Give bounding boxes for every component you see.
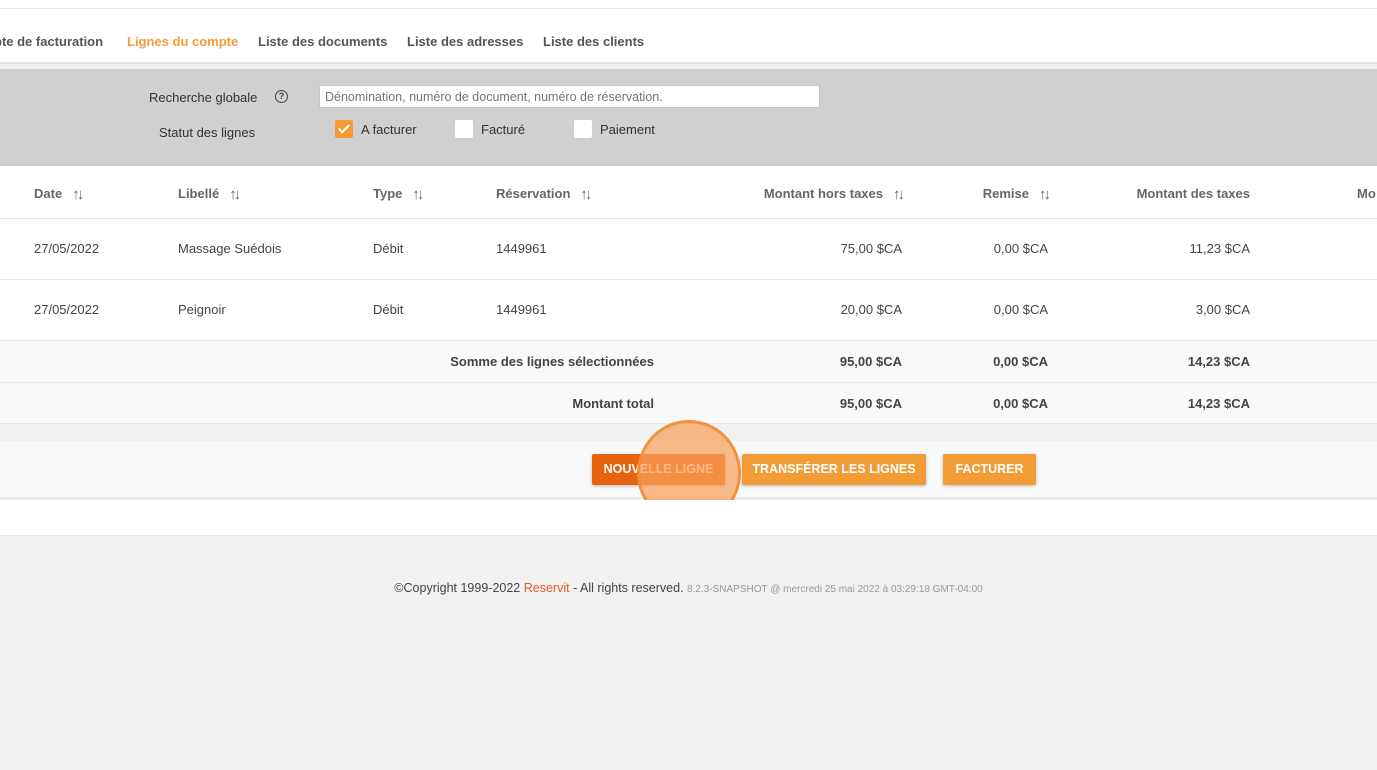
cell-libelle: Massage Suédois [178,241,282,256]
status-a-facturer-label: A facturer [361,122,417,137]
table-row[interactable]: 27/05/2022 Massage Suédois Débit 1449961… [0,219,1377,280]
sort-icon[interactable]: ↑↓ [893,186,905,203]
footer-copyright: ©Copyright 1999-2022 [394,581,521,595]
search-label: Recherche globale [149,90,258,105]
column-header-date[interactable]: Date ↑↓ [34,186,84,203]
tab-liste-des-documents[interactable]: Liste des documents [258,22,387,64]
cell-date: 27/05/2022 [34,241,100,256]
summary-total-remise: 0,00 $CA [993,396,1048,411]
checkbox-facture[interactable] [455,120,473,138]
column-header-montant-taxes[interactable]: Montant des taxes [1137,186,1250,201]
status-facture-label: Facturé [481,122,526,137]
footer-brand-link[interactable]: Reservit [524,581,570,595]
new-line-button[interactable]: NOUVELLE LIGNE [592,454,725,485]
search-input[interactable] [319,85,820,108]
cell-reservation: 1449961 [496,241,547,256]
summary-total-montant-taxes: 14,23 $CA [1187,396,1250,411]
cell-type: Débit [373,302,404,317]
cell-montant-ht: 20,00 $CA [840,302,902,317]
tab-bar: pte de facturation Lignes du compte List… [0,22,1377,64]
cell-remise: 0,00 $CA [993,302,1048,317]
cell-remise: 0,00 $CA [993,241,1048,256]
table-row[interactable]: 27/05/2022 Peignoir Débit 1449961 20,00 … [0,280,1377,341]
summary-selected-montant-taxes: 14,23 $CA [1187,354,1250,369]
column-header-montant-next[interactable]: Mo [1357,186,1376,201]
summary-row-selected: Somme des lignes sélectionnées 95,00 $CA… [0,341,1377,383]
cell-montant-taxes: 3,00 $CA [1195,302,1250,317]
summary-selected-label: Somme des lignes sélectionnées [450,354,654,369]
cell-reservation: 1449961 [496,302,547,317]
sort-icon[interactable]: ↑↓ [580,186,592,203]
sort-icon[interactable]: ↑↓ [229,186,241,203]
invoice-button[interactable]: FACTURER [943,454,1036,485]
tab-compte-de-facturation[interactable]: pte de facturation [0,22,103,64]
tabs-divider [0,62,1377,64]
sort-icon[interactable]: ↑↓ [1039,186,1051,203]
tab-liste-des-adresses[interactable]: Liste des adresses [407,22,523,64]
cell-libelle: Peignoir [178,302,226,317]
divider [0,8,1377,9]
status-paiement-label: Paiement [600,122,655,137]
cell-montant-taxes: 11,23 $CA [1189,241,1250,256]
cell-date: 27/05/2022 [34,302,100,317]
column-header-reservation[interactable]: Réservation ↑↓ [496,186,592,203]
account-lines-table: Date ↑↓ Libellé ↑↓ Type ↑↓ Réservation ↑↓ Mo… [0,166,1377,424]
filter-panel: Recherche globale ? Statut des lignes A … [0,69,1377,166]
column-header-remise[interactable]: Remise ↑↓ [983,186,1051,203]
summary-total-label: Montant total [572,396,654,411]
sort-icon[interactable]: ↑↓ [72,186,84,203]
summary-selected-montant-ht: 95,00 $CA [839,354,902,369]
checkbox-paiement[interactable] [574,120,592,138]
column-header-type[interactable]: Type ↑↓ [373,186,424,203]
cell-montant-ht: 75,00 $CA [840,241,902,256]
summary-selected-remise: 0,00 $CA [993,354,1048,369]
status-label: Statut des lignes [159,125,256,140]
sort-icon[interactable]: ↑↓ [412,186,424,203]
tab-lignes-du-compte[interactable]: Lignes du compte [114,22,252,64]
cell-type: Débit [373,241,404,256]
action-bar: NOUVELLE LIGNE TRANSFÉRER LES LIGNES FAC… [0,441,1377,499]
transfer-lines-button[interactable]: TRANSFÉRER LES LIGNES [742,454,926,485]
help-icon[interactable]: ? [275,90,288,103]
column-header-montant-ht[interactable]: Montant hors taxes ↑↓ [764,186,905,203]
footer: ©Copyright 1999-2022 Reservit - All righ… [0,581,1377,595]
column-header-libelle[interactable]: Libellé ↑↓ [178,186,241,203]
footer-rights: - All rights reserved. [573,581,684,595]
checkbox-a-facturer[interactable] [335,120,353,138]
summary-row-total: Montant total 95,00 $CA 0,00 $CA 14,23 $… [0,383,1377,424]
empty-band [0,500,1377,536]
tab-liste-des-clients[interactable]: Liste des clients [543,22,644,64]
table-header-row: Date ↑↓ Libellé ↑↓ Type ↑↓ Réservation ↑↓ Mo… [0,166,1377,219]
summary-total-montant-ht: 95,00 $CA [839,396,902,411]
footer-version: 8.2.3-SNAPSHOT @ mercredi 25 mai 2022 à … [687,584,983,595]
